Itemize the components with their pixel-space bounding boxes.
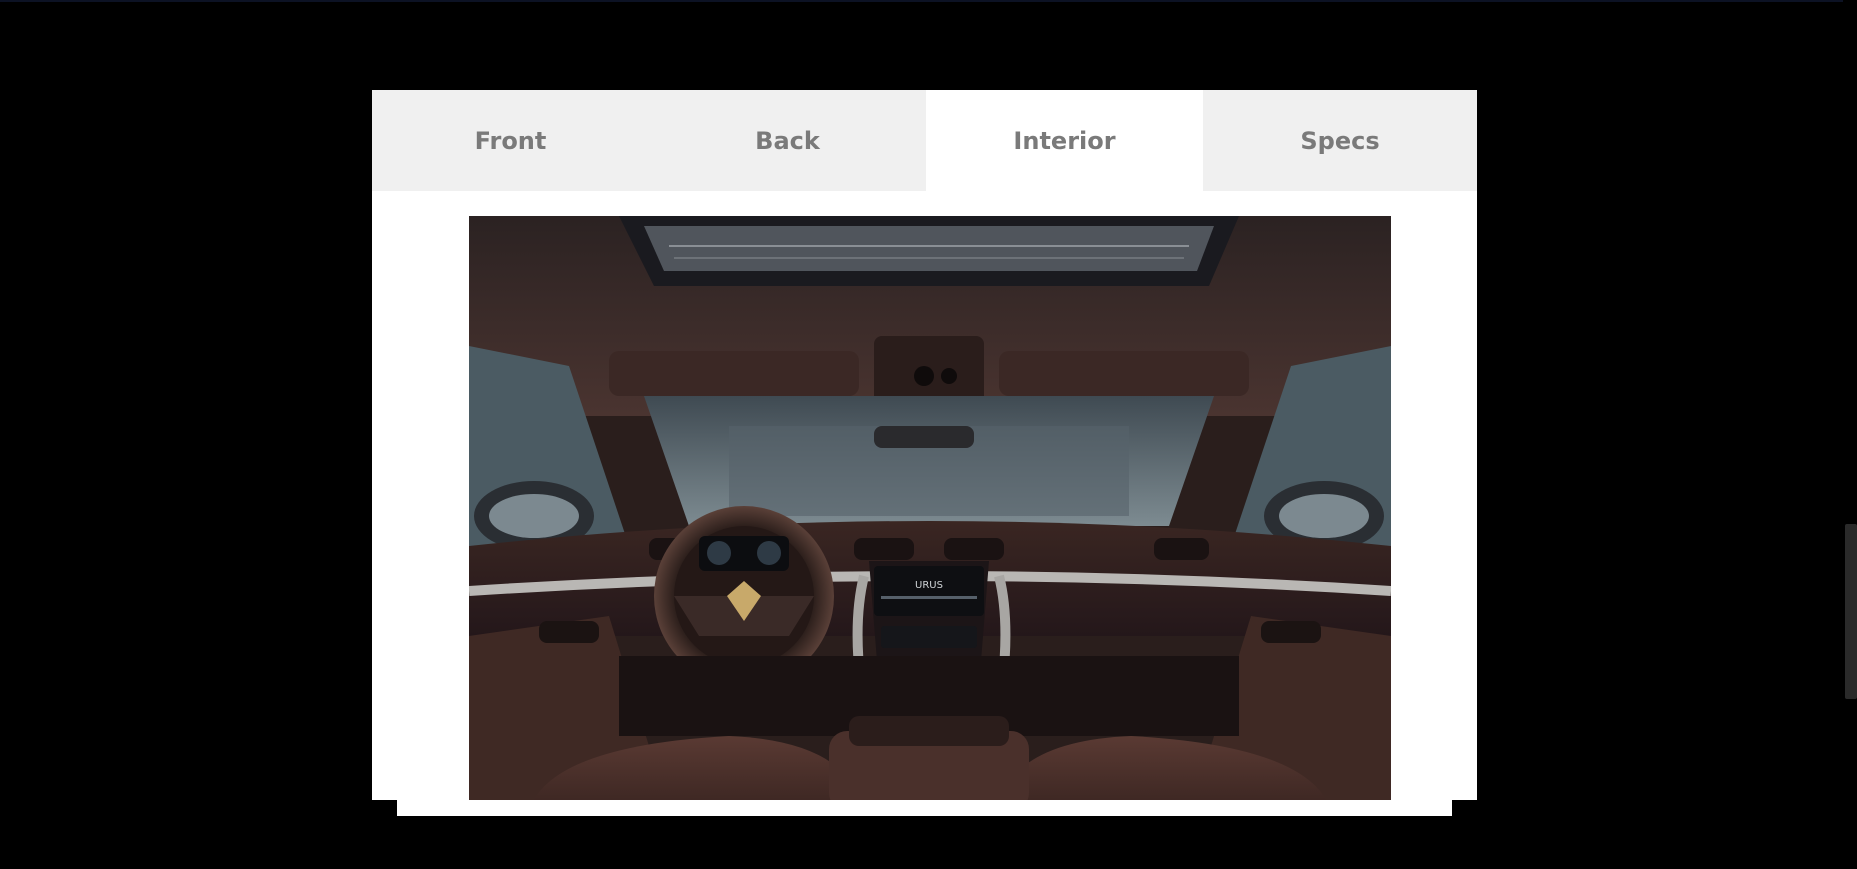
tab-interior[interactable]: Interior xyxy=(926,90,1203,191)
tab-front-label: Front xyxy=(474,126,547,155)
tab-back[interactable]: Back xyxy=(649,90,926,191)
console-screen-badge: URUS xyxy=(915,580,943,591)
tab-front[interactable]: Front xyxy=(372,90,649,191)
interior-photo: URUS xyxy=(469,216,1391,811)
view-tabs: Front Back Interior Specs xyxy=(372,90,1477,191)
gallery-card-bottom-edge xyxy=(397,800,1452,816)
tab-back-label: Back xyxy=(755,126,820,155)
tab-specs[interactable]: Specs xyxy=(1203,90,1477,191)
page-top-edge xyxy=(0,0,1857,2)
gallery-card: Front Back Interior Specs URUS xyxy=(372,90,1477,811)
interior-photo-illustration: URUS xyxy=(469,216,1391,811)
page-scrollbar[interactable] xyxy=(1843,0,1857,869)
tab-specs-label: Specs xyxy=(1300,126,1380,155)
page-scrollbar-thumb[interactable] xyxy=(1845,524,1857,699)
tab-interior-label: Interior xyxy=(1013,126,1116,155)
